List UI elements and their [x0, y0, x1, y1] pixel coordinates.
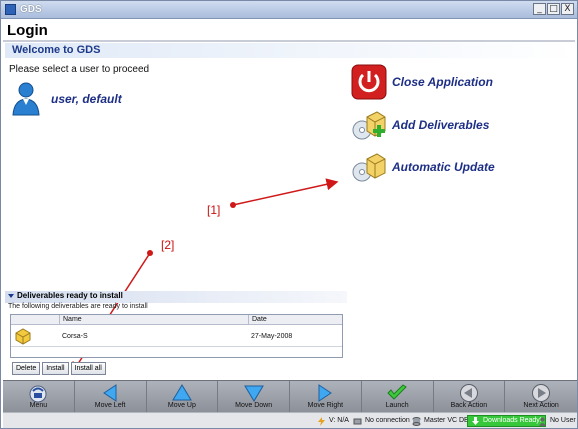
next-action-icon	[532, 384, 551, 402]
deliverables-subtitle: The following deliverables are ready to …	[8, 303, 148, 310]
power-icon	[351, 64, 387, 100]
collapse-triangle-icon	[8, 294, 14, 298]
welcome-text: Welcome to GDS	[12, 44, 101, 56]
annotation-label-2: [2]	[161, 238, 175, 252]
close-application-label: Close Application	[392, 75, 493, 89]
voltage-text: V: N/A	[329, 417, 349, 424]
update-package-icon	[352, 153, 386, 182]
install-button[interactable]: Install	[42, 362, 69, 375]
move-right-button[interactable]: Move Right	[290, 381, 362, 413]
database-text: Master VC DB	[424, 417, 469, 424]
add-deliverables-button[interactable]: Add Deliverables	[351, 107, 551, 143]
maximize-button[interactable]: □	[547, 3, 560, 15]
package-icon	[15, 328, 31, 345]
back-action-label: Back Action	[450, 402, 488, 409]
database-icon	[412, 416, 421, 426]
arrow-up-icon	[171, 384, 192, 401]
title-bar: GDS _ □ X	[1, 1, 577, 19]
install-all-button[interactable]: Install all	[70, 362, 106, 375]
user-status-text: No User	[550, 417, 576, 424]
user-status: No User	[538, 415, 576, 427]
user-name: user, default	[51, 92, 122, 106]
deliverables-table: Name Date Corsa-S 27-May-2008	[10, 314, 343, 358]
database-status: Master VC DB	[412, 415, 469, 427]
status-bar: V: N/A No connection Master VC DB Downlo…	[3, 412, 577, 428]
automatic-update-label: Automatic Update	[392, 160, 495, 174]
next-action-button[interactable]: Next Action	[505, 381, 577, 413]
close-window-button[interactable]: X	[561, 3, 574, 15]
annotation-arrow-1	[230, 178, 339, 208]
delete-button[interactable]: Delete	[12, 362, 41, 375]
column-header-name[interactable]: Name	[59, 315, 248, 325]
arrow-left-icon	[103, 384, 117, 402]
table-header: Name Date	[11, 315, 342, 325]
lightning-icon	[318, 416, 325, 426]
connection-text: No connection	[365, 417, 410, 424]
move-up-button[interactable]: Move Up	[147, 381, 219, 413]
downloads-text: Downloads Ready!	[483, 417, 542, 424]
move-right-label: Move Right	[307, 402, 344, 409]
move-left-button[interactable]: Move Left	[75, 381, 147, 413]
arrow-right-icon	[318, 384, 333, 402]
deliverables-actions: Delete Install Install all	[12, 362, 106, 375]
add-deliverables-label: Add Deliverables	[392, 118, 490, 132]
window-title: GDS	[20, 4, 42, 15]
deliverables-section-header[interactable]: Deliverables ready to install	[5, 291, 347, 303]
annotation-label-1: [1]	[207, 203, 221, 217]
no-user-icon	[539, 417, 546, 426]
header-divider	[3, 40, 575, 42]
welcome-banner: Welcome to GDS	[5, 43, 575, 58]
app-window: GDS _ □ X Login Welcome to GDS Please se…	[0, 0, 578, 429]
download-icon	[472, 416, 479, 425]
checkmark-icon	[387, 384, 407, 400]
deliverables-heading: Deliverables ready to install	[17, 291, 123, 300]
next-action-label: Next Action	[523, 402, 559, 409]
add-package-icon	[352, 111, 386, 140]
window-controls: _ □ X	[533, 3, 574, 15]
launch-button[interactable]: Launch	[362, 381, 434, 413]
column-header-date[interactable]: Date	[248, 315, 342, 325]
app-icon	[5, 4, 16, 15]
row-date: 27-May-2008	[251, 333, 293, 340]
downloads-ready-badge[interactable]: Downloads Ready!	[467, 415, 546, 427]
user-list-item[interactable]: user, default	[11, 81, 171, 117]
connection-icon	[353, 418, 362, 424]
table-row[interactable]: Corsa-S 27-May-2008	[11, 326, 342, 347]
user-icon	[12, 82, 40, 116]
menu-button[interactable]: Menu	[3, 381, 75, 413]
move-up-label: Move Up	[167, 402, 196, 409]
close-application-button[interactable]: Close Application	[351, 64, 551, 100]
minimize-button[interactable]: _	[533, 3, 546, 15]
bottom-toolbar: Menu Move Left Move Up Move Down Move Ri…	[3, 380, 577, 413]
launch-label: Launch	[385, 402, 409, 409]
move-down-label: Move Down	[235, 402, 273, 409]
page-title: Login	[7, 22, 48, 39]
automatic-update-button[interactable]: Automatic Update	[351, 149, 551, 185]
select-user-prompt: Please select a user to proceed	[9, 64, 150, 75]
menu-label: Menu	[29, 402, 48, 409]
back-action-button[interactable]: Back Action	[434, 381, 506, 413]
arrow-down-icon	[243, 385, 264, 402]
back-action-icon	[459, 384, 478, 402]
voltage-status: V: N/A	[317, 415, 349, 427]
move-down-button[interactable]: Move Down	[218, 381, 290, 413]
connection-status: No connection	[353, 415, 410, 427]
move-left-label: Move Left	[94, 402, 126, 409]
menu-icon	[29, 385, 47, 403]
row-name: Corsa-S	[62, 333, 88, 340]
